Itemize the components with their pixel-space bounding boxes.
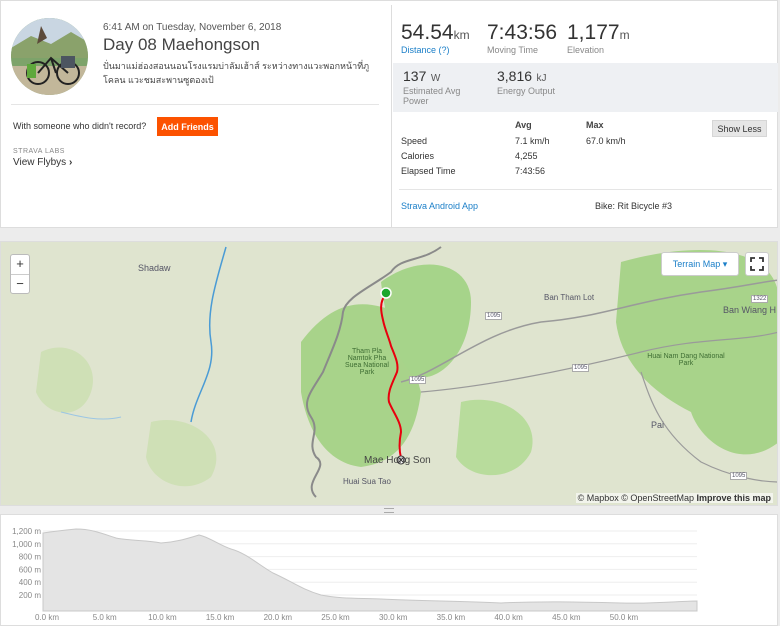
elevation-chart: 200 m 400 m 600 m 800 m 1,000 m 1,200 m 0.0 k… [12, 527, 698, 622]
zoom-in-button[interactable]: + [11, 255, 29, 274]
elevation-profile[interactable]: 200 m 400 m 600 m 800 m 1,000 m 1,200 m 0.0 k… [0, 514, 778, 626]
moving-time-value: 7:43:56 [487, 21, 558, 44]
add-friends-button[interactable]: Add Friends [157, 117, 218, 136]
x-tick-label: 5.0 km [93, 613, 117, 622]
column-divider [391, 5, 392, 227]
avatar[interactable] [11, 18, 88, 95]
y-tick-label: 800 m [19, 553, 42, 562]
divider [11, 104, 379, 105]
strava-labs-label: STRAVA LABS [13, 148, 65, 155]
place-ban-wiang-h: Ban Wiang H [723, 305, 777, 315]
x-tick-label: 45.0 km [552, 613, 581, 622]
view-flybys-label: View Flybys [13, 157, 67, 168]
place-shadaw: Shadaw [138, 263, 171, 273]
x-tick-label: 20.0 km [264, 613, 293, 622]
x-tick-label: 25.0 km [321, 613, 350, 622]
fullscreen-icon [750, 257, 764, 271]
y-tick-label: 600 m [19, 565, 42, 574]
energy-stat: 3,816 kJ Energy Output [497, 68, 587, 96]
x-tick-label: 10.0 km [148, 613, 177, 622]
improve-map-link[interactable]: Improve this map [696, 493, 771, 503]
road-label: 1095 [730, 472, 748, 480]
place-mae-hong-son: Mae Hong Son [364, 455, 431, 466]
calories-avg: 4,255 [515, 151, 538, 161]
calories-label: Calories [401, 151, 435, 161]
power-value: 137 [403, 68, 427, 84]
activity-description: ปั่นมาแม่ฮ่องสอนนอนโรงแรมบ่าลัมเฮ้าส์ ระ… [103, 61, 370, 85]
fullscreen-button[interactable] [745, 252, 769, 276]
y-tick-label: 1,200 m [12, 527, 41, 536]
elapsed-time-avg: 7:43:56 [515, 166, 546, 176]
x-tick-label: 40.0 km [494, 613, 523, 622]
elevation-unit: m [619, 28, 630, 42]
resize-handle[interactable] [384, 508, 394, 513]
road-label: 1095 [409, 376, 427, 384]
speed-label: Speed [401, 136, 428, 146]
power-unit: W [430, 73, 441, 84]
distance-value: 54.54 [401, 21, 454, 44]
power-stat: 137 W Estimated Avg Power [403, 68, 483, 106]
moving-time-label: Moving Time [487, 45, 539, 55]
with-someone-text: With someone who didn't record? [13, 121, 147, 131]
elevation-stat: 1,177m Elevation [567, 21, 630, 55]
activity-card: 6:41 AM on Tuesday, November 6, 2018 Day… [0, 0, 778, 228]
power-label: Estimated Avg Power [403, 86, 461, 106]
activity-title: Day 08 Maehongson [103, 35, 260, 54]
distance-stat: 54.54km Distance (?) [401, 21, 470, 55]
view-flybys-link[interactable]: View Flybys › [13, 157, 72, 168]
energy-label: Energy Output [497, 86, 556, 96]
place-pai: Pai [651, 420, 665, 430]
elevation-area [42, 528, 698, 612]
elevation-label: Elevation [567, 45, 605, 55]
speed-max: 67.0 km/h [586, 136, 626, 146]
y-tick-label: 200 m [19, 591, 42, 600]
x-tick-label: 35.0 km [437, 613, 466, 622]
road-label: 1095 [572, 364, 590, 372]
avg-header: Avg [515, 120, 532, 130]
distance-label[interactable]: Distance (?) [401, 45, 470, 55]
divider [399, 189, 772, 190]
energy-unit: kJ [536, 73, 547, 84]
moving-time-stat: 7:43:56 Moving Time [487, 21, 557, 55]
max-header: Max [586, 120, 604, 130]
energy-value: 3,816 [497, 68, 533, 84]
place-ban-tham-lot: Ban Tham Lot [544, 293, 595, 302]
caret-down-icon: ▾ [722, 258, 728, 269]
road-label: 1095 [485, 312, 503, 320]
zoom-out-button[interactable]: − [11, 274, 29, 293]
attribution-text: © Mapbox © OpenStreetMap [577, 493, 697, 503]
show-less-button[interactable]: Show Less [712, 120, 767, 137]
x-tick-label: 50.0 km [610, 613, 639, 622]
x-tick-label: 30.0 km [379, 613, 408, 622]
activity-time: 6:41 AM on Tuesday, November 6, 2018 [103, 22, 282, 33]
distance-unit: km [453, 28, 470, 42]
x-tick-label: 0.0 km [35, 613, 59, 622]
speed-avg: 7.1 km/h [515, 136, 550, 146]
y-tick-label: 400 m [19, 578, 42, 587]
bike-info: Bike: Rit Bicycle #3 [595, 201, 673, 211]
road-label: 1322 [751, 295, 769, 303]
chevron-right-icon: › [68, 157, 73, 168]
place-huai-nam-dang: Huai Nam Dang National Park [647, 353, 725, 367]
elapsed-time-label: Elapsed Time [401, 166, 456, 176]
map-type-dropdown[interactable]: Terrain Map ▾ [661, 252, 739, 276]
route-map[interactable]: + − Terrain Map ▾ Shadaw Ban Tham Lot Ba… [0, 241, 778, 506]
device-app-link[interactable]: Strava Android App [401, 201, 478, 211]
zoom-control: + − [10, 254, 30, 294]
y-tick-label: 1,000 m [12, 540, 41, 549]
elevation-value: 1,177 [567, 21, 620, 44]
map-attribution: © Mapbox © OpenStreetMap Improve this ma… [575, 493, 773, 503]
place-huai-sua-tao: Huai Sua Tao [343, 477, 391, 486]
start-marker [380, 287, 392, 299]
map-type-label: Terrain Map [672, 258, 721, 269]
place-tham-pla: Tham Pla Namtok Pha Suea National Park [345, 348, 389, 376]
x-tick-label: 15.0 km [206, 613, 235, 622]
